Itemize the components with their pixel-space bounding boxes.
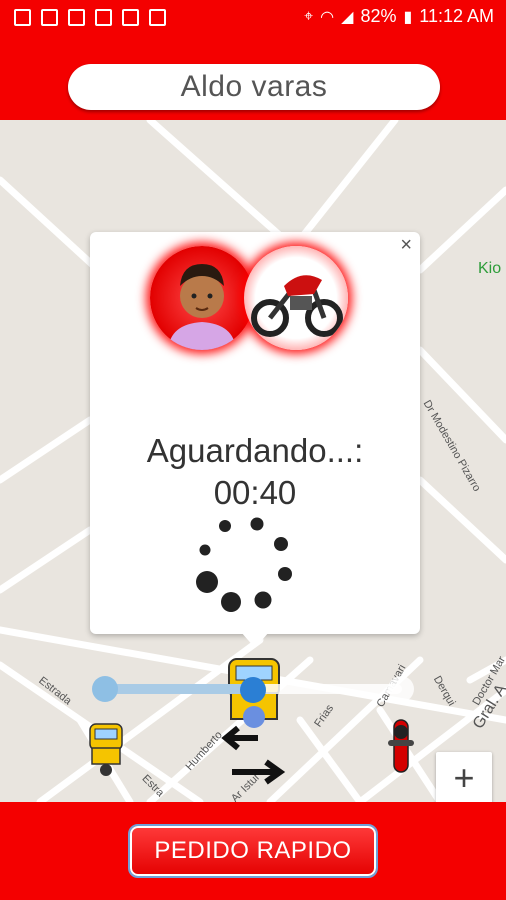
clapper-icon (122, 9, 139, 26)
radius-slider[interactable] (92, 672, 414, 706)
battery-level: 82% (360, 6, 397, 26)
swap-arrows-icon[interactable] (218, 720, 290, 790)
close-icon[interactable]: × (400, 234, 412, 257)
countdown-timer: 00:40 (213, 474, 297, 511)
motorcycle-marker-icon[interactable] (386, 716, 416, 780)
gmail-icon (41, 9, 58, 26)
clock: 11:12 AM (419, 6, 494, 26)
mototaxi-marker-icon[interactable] (86, 718, 126, 778)
user-name-field: Aldo varas (68, 64, 440, 110)
cash-icon (149, 9, 166, 26)
signal-icon: ◢ (341, 8, 354, 26)
slider-max-knob[interactable] (388, 676, 414, 702)
user-avatar-icon (168, 264, 236, 350)
waiting-text: Aguardando...: (146, 432, 364, 469)
app-header: Aldo varas (0, 36, 506, 120)
notification-icons (14, 9, 166, 26)
download-icon (14, 9, 31, 26)
slider-thumb[interactable] (240, 677, 266, 703)
vehicle-avatar (244, 246, 348, 350)
loading-spinner-icon (196, 517, 292, 612)
image-icon (95, 9, 112, 26)
location-icon: ⌖ (304, 7, 314, 25)
slider-track-fill (104, 684, 254, 694)
user-avatar (150, 246, 254, 350)
wifi-icon: ◠ (320, 8, 335, 26)
slider-track (252, 684, 402, 694)
waiting-popup: × Aguardando...: 00:40 (90, 232, 420, 634)
person-icon (68, 9, 85, 26)
quick-order-button[interactable]: PEDIDO RAPIDO (128, 824, 378, 878)
motorcycle-image-icon (251, 275, 343, 337)
bottom-bar: PEDIDO RAPIDO (0, 802, 506, 900)
zoom-in-button[interactable]: + (436, 752, 492, 808)
system-status: ⌖ ◠ ◢ 82% ▮ 11:12 AM (304, 6, 494, 27)
place-label: Kio (478, 260, 502, 277)
battery-icon: ▮ (403, 8, 413, 26)
popup-pointer (241, 632, 269, 648)
location-dot (243, 706, 265, 728)
match-avatars (142, 246, 352, 350)
slider-min-knob[interactable] (92, 676, 118, 702)
status-bar: ⌖ ◠ ◢ 82% ▮ 11:12 AM (0, 0, 506, 36)
